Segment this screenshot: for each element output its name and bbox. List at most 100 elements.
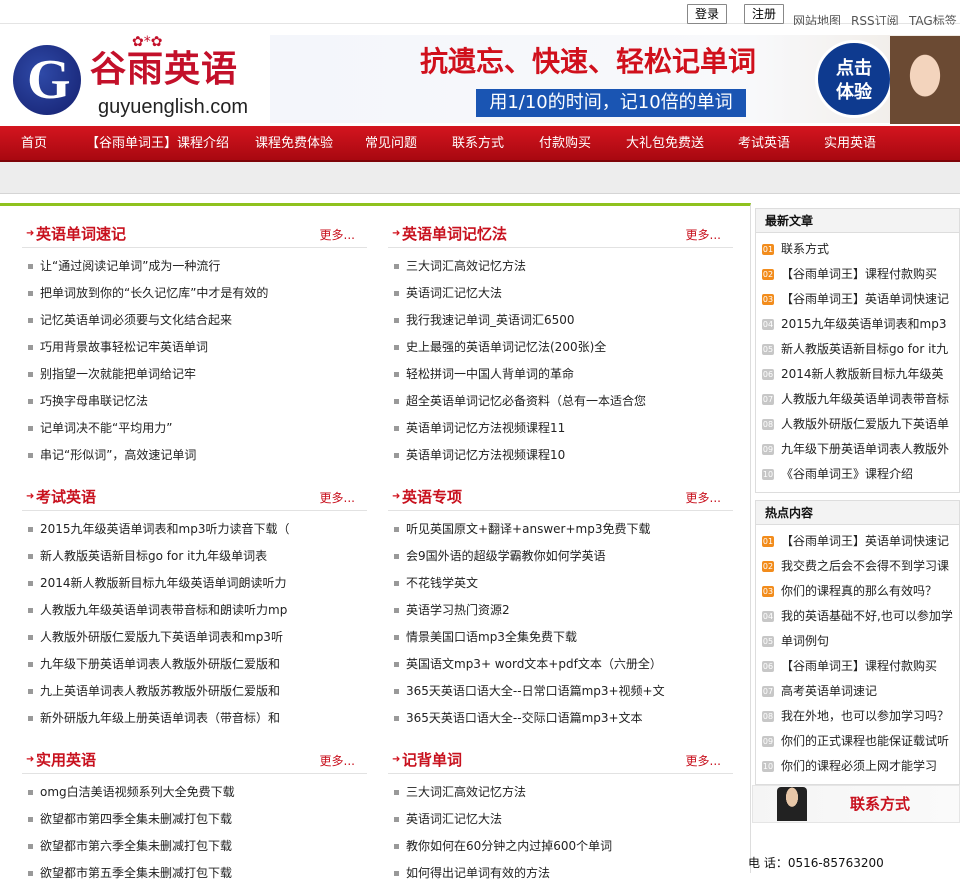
nav-purchase[interactable]: 付款购买 — [539, 126, 591, 162]
item-text: 英语词汇记忆大法 — [406, 286, 503, 300]
block-title: 英语专项 — [402, 488, 463, 506]
sidebar-item[interactable]: 01 联系方式 — [756, 237, 959, 262]
list-item[interactable]: omg白洁美语视频系列大全免费下载 — [22, 779, 367, 806]
list-item[interactable]: 把单词放到你的“长久记忆库”中才是有效的 — [22, 280, 367, 307]
list-item[interactable]: 2014新人教版新目标九年级英语单词朗读听力 — [22, 570, 367, 597]
list-item[interactable]: 我行我速记单词_英语词汇6500 — [388, 307, 733, 334]
logo-g-icon[interactable]: G — [13, 45, 81, 115]
banner-model-photo — [890, 36, 960, 124]
hot-content-box: 热点内容 01 【谷雨单词王】英语单词快速记 02 我交费之后会不会得不到学习课 0… — [755, 500, 960, 785]
list-item[interactable]: 九上英语单词表人教版苏教版外研版仁爱版和 — [22, 678, 367, 705]
sidebar-item[interactable]: 06 【谷雨单词王】课程付款购买 — [756, 654, 959, 679]
sidebar-item[interactable]: 05 单词例句 — [756, 629, 959, 654]
list-item[interactable]: 情景美国口语mp3全集免费下载 — [388, 624, 733, 651]
nav-practical-english[interactable]: 实用英语 — [824, 126, 876, 162]
list-item[interactable]: 三大词汇高效记忆方法 — [388, 779, 733, 806]
more-link[interactable]: 更多... — [686, 752, 721, 769]
nav-free-trial[interactable]: 课程免费体验 — [255, 126, 333, 162]
list-item[interactable]: 史上最强的英语单词记忆法(200张)全 — [388, 334, 733, 361]
list-item[interactable]: 听见英国原文+翻译+answer+mp3免费下载 — [388, 516, 733, 543]
bullet-icon — [394, 871, 399, 876]
logo-text[interactable]: 谷雨英语 — [90, 50, 238, 90]
list-item[interactable]: 三大词汇高效记忆方法 — [388, 253, 733, 280]
sidebar-item[interactable]: 10 你们的课程必须上网才能学习 — [756, 754, 959, 779]
nav-home[interactable]: 首页 — [21, 126, 47, 162]
list-item[interactable]: 英语词汇记忆大法 — [388, 280, 733, 307]
list-item[interactable]: 欲望都市第五季全集未删减打包下载 — [22, 860, 367, 887]
list-item[interactable]: 新人教版英语新目标go for it九年级单词表 — [22, 543, 367, 570]
sidebar-item[interactable]: 02 【谷雨单词王】课程付款购买 — [756, 262, 959, 287]
nav-exam-english[interactable]: 考试英语 — [738, 126, 790, 162]
more-link[interactable]: 更多... — [686, 226, 721, 243]
item-text: 【谷雨单词王】课程付款购买 — [781, 267, 938, 281]
list-item[interactable]: 英语词汇记忆大法 — [388, 806, 733, 833]
nav-faq[interactable]: 常见问题 — [365, 126, 417, 162]
sidebar-item[interactable]: 07 人教版九年级英语单词表带音标 — [756, 387, 959, 412]
more-link[interactable]: 更多... — [686, 489, 721, 506]
login-button[interactable]: 登录 — [687, 4, 727, 24]
list-item[interactable]: 记忆英语单词必须要与文化结合起来 — [22, 307, 367, 334]
nav-contact[interactable]: 联系方式 — [452, 126, 504, 162]
list-item[interactable]: 2015九年级英语单词表和mp3听力读音下载（ — [22, 516, 367, 543]
rank-icon: 07 — [762, 686, 774, 697]
item-text: 高考英语单词速记 — [781, 684, 878, 698]
list-item[interactable]: 英语单词记忆方法视频课程10 — [388, 442, 733, 469]
list-item[interactable]: 不花钱学英文 — [388, 570, 733, 597]
list-item[interactable]: 人教版外研版仁爱版九下英语单词表和mp3听 — [22, 624, 367, 651]
sidebar-item[interactable]: 02 我交费之后会不会得不到学习课 — [756, 554, 959, 579]
list-item[interactable]: 如何得出记单词有效的方法 — [388, 860, 733, 887]
list-item[interactable]: 别指望一次就能把单词给记牢 — [22, 361, 367, 388]
list-item[interactable]: 英语单词记忆方法视频课程11 — [388, 415, 733, 442]
sidebar-item[interactable]: 08 我在外地，也可以参加学习吗？ — [756, 704, 959, 729]
sidebar-item[interactable]: 09 你们的正式课程也能保证载试听 — [756, 729, 959, 754]
register-button[interactable]: 注册 — [744, 4, 784, 24]
more-link[interactable]: 更多... — [320, 752, 355, 769]
rank-icon: 09 — [762, 736, 774, 747]
item-text: 人教版九年级英语单词表带音标和朗读听力mp — [40, 603, 288, 617]
item-text: omg白洁美语视频系列大全免费下载 — [40, 785, 235, 799]
sidebar-item[interactable]: 07 高考英语单词速记 — [756, 679, 959, 704]
list-item[interactable]: 教你如何在60分钟之内过掉600个单词 — [388, 833, 733, 860]
sidebar-item[interactable]: 01 【谷雨单词王】英语单词快速记 — [756, 529, 959, 554]
sidebar-item[interactable]: 08 人教版外研版仁爱版九下英语单 — [756, 412, 959, 437]
banner-cta-button[interactable]: 点击 体验 — [815, 40, 893, 118]
list-item[interactable]: 人教版九年级英语单词表带音标和朗读听力mp — [22, 597, 367, 624]
nav-gift-pack[interactable]: 大礼包免费送 — [626, 126, 704, 162]
list-item[interactable]: 会9国外语的超级学霸教你如何学英语 — [388, 543, 733, 570]
list-item[interactable]: 英语学习热门资源2 — [388, 597, 733, 624]
latest-articles-box: 最新文章 01 联系方式 02 【谷雨单词王】课程付款购买 03 【谷雨单词王】英语单… — [755, 208, 960, 493]
item-text: 听见英国原文+翻译+answer+mp3免费下载 — [406, 522, 651, 536]
list-item[interactable]: 欲望都市第六季全集未删减打包下载 — [22, 833, 367, 860]
sidebar-item[interactable]: 05 新人教版英语新目标go for it九 — [756, 337, 959, 362]
bullet-icon — [394, 264, 399, 269]
rank-icon: 01 — [762, 244, 774, 255]
nav-course-intro[interactable]: 【谷雨单词王】课程介绍 — [86, 126, 229, 162]
sidebar-item[interactable]: 10 《谷雨单词王》课程介绍 — [756, 462, 959, 487]
block-word-memorize: ➜ 英语单词速记 更多... 让“通过阅读记单词”成为一种流行 把单词放到你的“长久… — [22, 220, 367, 469]
list-item[interactable]: 让“通过阅读记单词”成为一种流行 — [22, 253, 367, 280]
more-link[interactable]: 更多... — [320, 489, 355, 506]
list-item[interactable]: 365天英语口语大全--日常口语篇mp3+视频+文 — [388, 678, 733, 705]
sidebar-item[interactable]: 04 2015九年级英语单词表和mp3 — [756, 312, 959, 337]
list-item[interactable]: 新外研版九年级上册英语单词表（带音标）和 — [22, 705, 367, 732]
list-item[interactable]: 记单词决不能“平均用力” — [22, 415, 367, 442]
list-item[interactable]: 巧用背景故事轻松记牢英语单词 — [22, 334, 367, 361]
list-item[interactable]: 英国语文mp3+ word文本+pdf文本（六册全） — [388, 651, 733, 678]
sidebar-item[interactable]: 03 你们的课程真的那么有效吗？ — [756, 579, 959, 604]
item-text: 【谷雨单词王】课程付款购买 — [781, 659, 938, 673]
more-link[interactable]: 更多... — [320, 226, 355, 243]
list-item[interactable]: 365天英语口语大全--交际口语篇mp3+文本 — [388, 705, 733, 732]
list-item[interactable]: 九年级下册英语单词表人教版外研版仁爱版和 — [22, 651, 367, 678]
list-item[interactable]: 超全英语单词记忆必备资料（总有一本适合您 — [388, 388, 733, 415]
bullet-icon — [394, 318, 399, 323]
sidebar-item[interactable]: 06 2014新人教版新目标九年级英 — [756, 362, 959, 387]
bullet-icon — [394, 689, 399, 694]
list-item[interactable]: 轻松拼词一中国人背单词的革命 — [388, 361, 733, 388]
list-item[interactable]: 欲望都市第四季全集未删减打包下载 — [22, 806, 367, 833]
sidebar-item[interactable]: 03 【谷雨单词王】英语单词快速记 — [756, 287, 959, 312]
list-item[interactable]: 巧换字母串联记忆法 — [22, 388, 367, 415]
item-text: 九年级下册英语单词表人教版外 — [781, 442, 950, 456]
list-item[interactable]: 串记“形似词”，高效速记单词 — [22, 442, 367, 469]
sidebar-item[interactable]: 09 九年级下册英语单词表人教版外 — [756, 437, 959, 462]
sidebar-item[interactable]: 04 我的英语基础不好,也可以参加学 — [756, 604, 959, 629]
